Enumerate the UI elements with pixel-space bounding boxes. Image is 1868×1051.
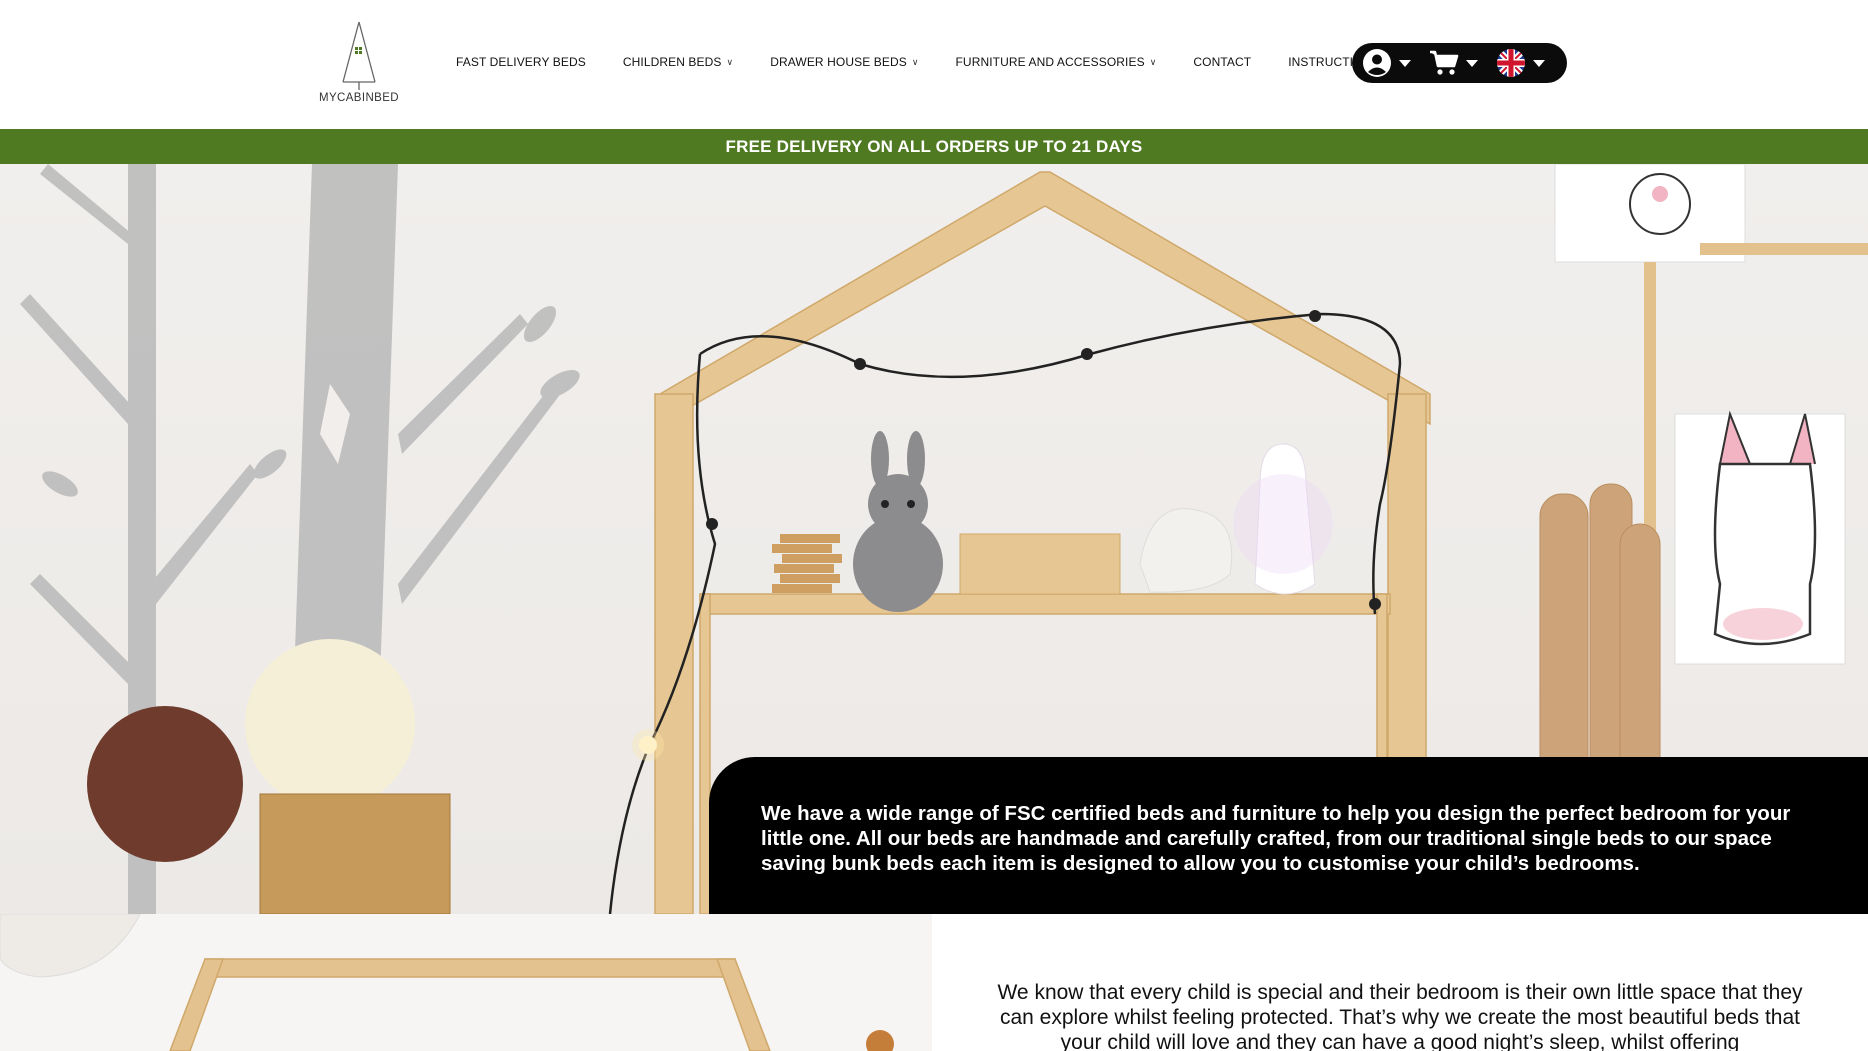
nav-label: CHILDREN BEDS bbox=[622, 55, 722, 69]
logo[interactable]: MYCABINBED bbox=[318, 20, 400, 110]
nav-label: FURNITURE AND ACCESSORIES bbox=[955, 55, 1145, 69]
tree-logo-icon bbox=[342, 21, 376, 90]
hero-card-text: We have a wide range of FSC certified be… bbox=[761, 802, 1791, 875]
site-header: MYCABINBED FAST DELIVERY BEDS CHILDREN B… bbox=[0, 0, 1868, 129]
nav-label: CONTACT bbox=[1193, 55, 1252, 69]
chevron-down-icon: ∨ bbox=[1149, 56, 1157, 67]
caret-down-icon bbox=[1533, 59, 1545, 67]
nav-furniture-and-accessories[interactable]: FURNITURE AND ACCESSORIES ∨ bbox=[956, 55, 1157, 69]
promo-banner: FREE DELIVERY ON ALL ORDERS UP TO 21 DAY… bbox=[0, 129, 1868, 164]
language-button[interactable] bbox=[1496, 48, 1545, 78]
chevron-down-icon: ∨ bbox=[726, 56, 734, 67]
nav-drawer-house-beds[interactable]: DRAWER HOUSE BEDS ∨ bbox=[770, 55, 918, 69]
promo-text: FREE DELIVERY ON ALL ORDERS UP TO 21 DAY… bbox=[725, 136, 1143, 156]
nav-label: FAST DELIVERY BEDS bbox=[456, 55, 586, 69]
hero-text-card: We have a wide range of FSC certified be… bbox=[709, 757, 1868, 914]
caret-down-icon bbox=[1466, 59, 1478, 67]
house-bed-illustration bbox=[0, 914, 932, 1051]
intro-section: We know that every child is special and … bbox=[0, 914, 1868, 1051]
user-circle-icon bbox=[1363, 49, 1391, 77]
house-bed-image bbox=[0, 914, 932, 1051]
account-button[interactable] bbox=[1362, 48, 1411, 78]
uk-flag-icon bbox=[1497, 49, 1525, 77]
intro-text: We know that every child is special and … bbox=[997, 981, 1803, 1051]
hero-section: We have a wide range of FSC certified be… bbox=[0, 164, 1868, 914]
caret-down-icon bbox=[1399, 59, 1411, 67]
nav-label: DRAWER HOUSE BEDS bbox=[770, 55, 907, 69]
nav-contact[interactable]: CONTACT bbox=[1193, 55, 1251, 69]
nav-children-beds[interactable]: CHILDREN BEDS ∨ bbox=[623, 55, 733, 69]
chevron-down-icon: ∨ bbox=[911, 56, 919, 67]
shopping-cart-icon bbox=[1430, 50, 1459, 75]
nav-fast-delivery-beds[interactable]: FAST DELIVERY BEDS bbox=[456, 55, 586, 69]
user-actions-pill bbox=[1352, 43, 1567, 83]
logo-text: MYCABINBED bbox=[318, 92, 400, 104]
cart-button[interactable] bbox=[1429, 49, 1478, 77]
main-nav: FAST DELIVERY BEDS CHILDREN BEDS ∨ DRAWE… bbox=[456, 55, 1379, 69]
